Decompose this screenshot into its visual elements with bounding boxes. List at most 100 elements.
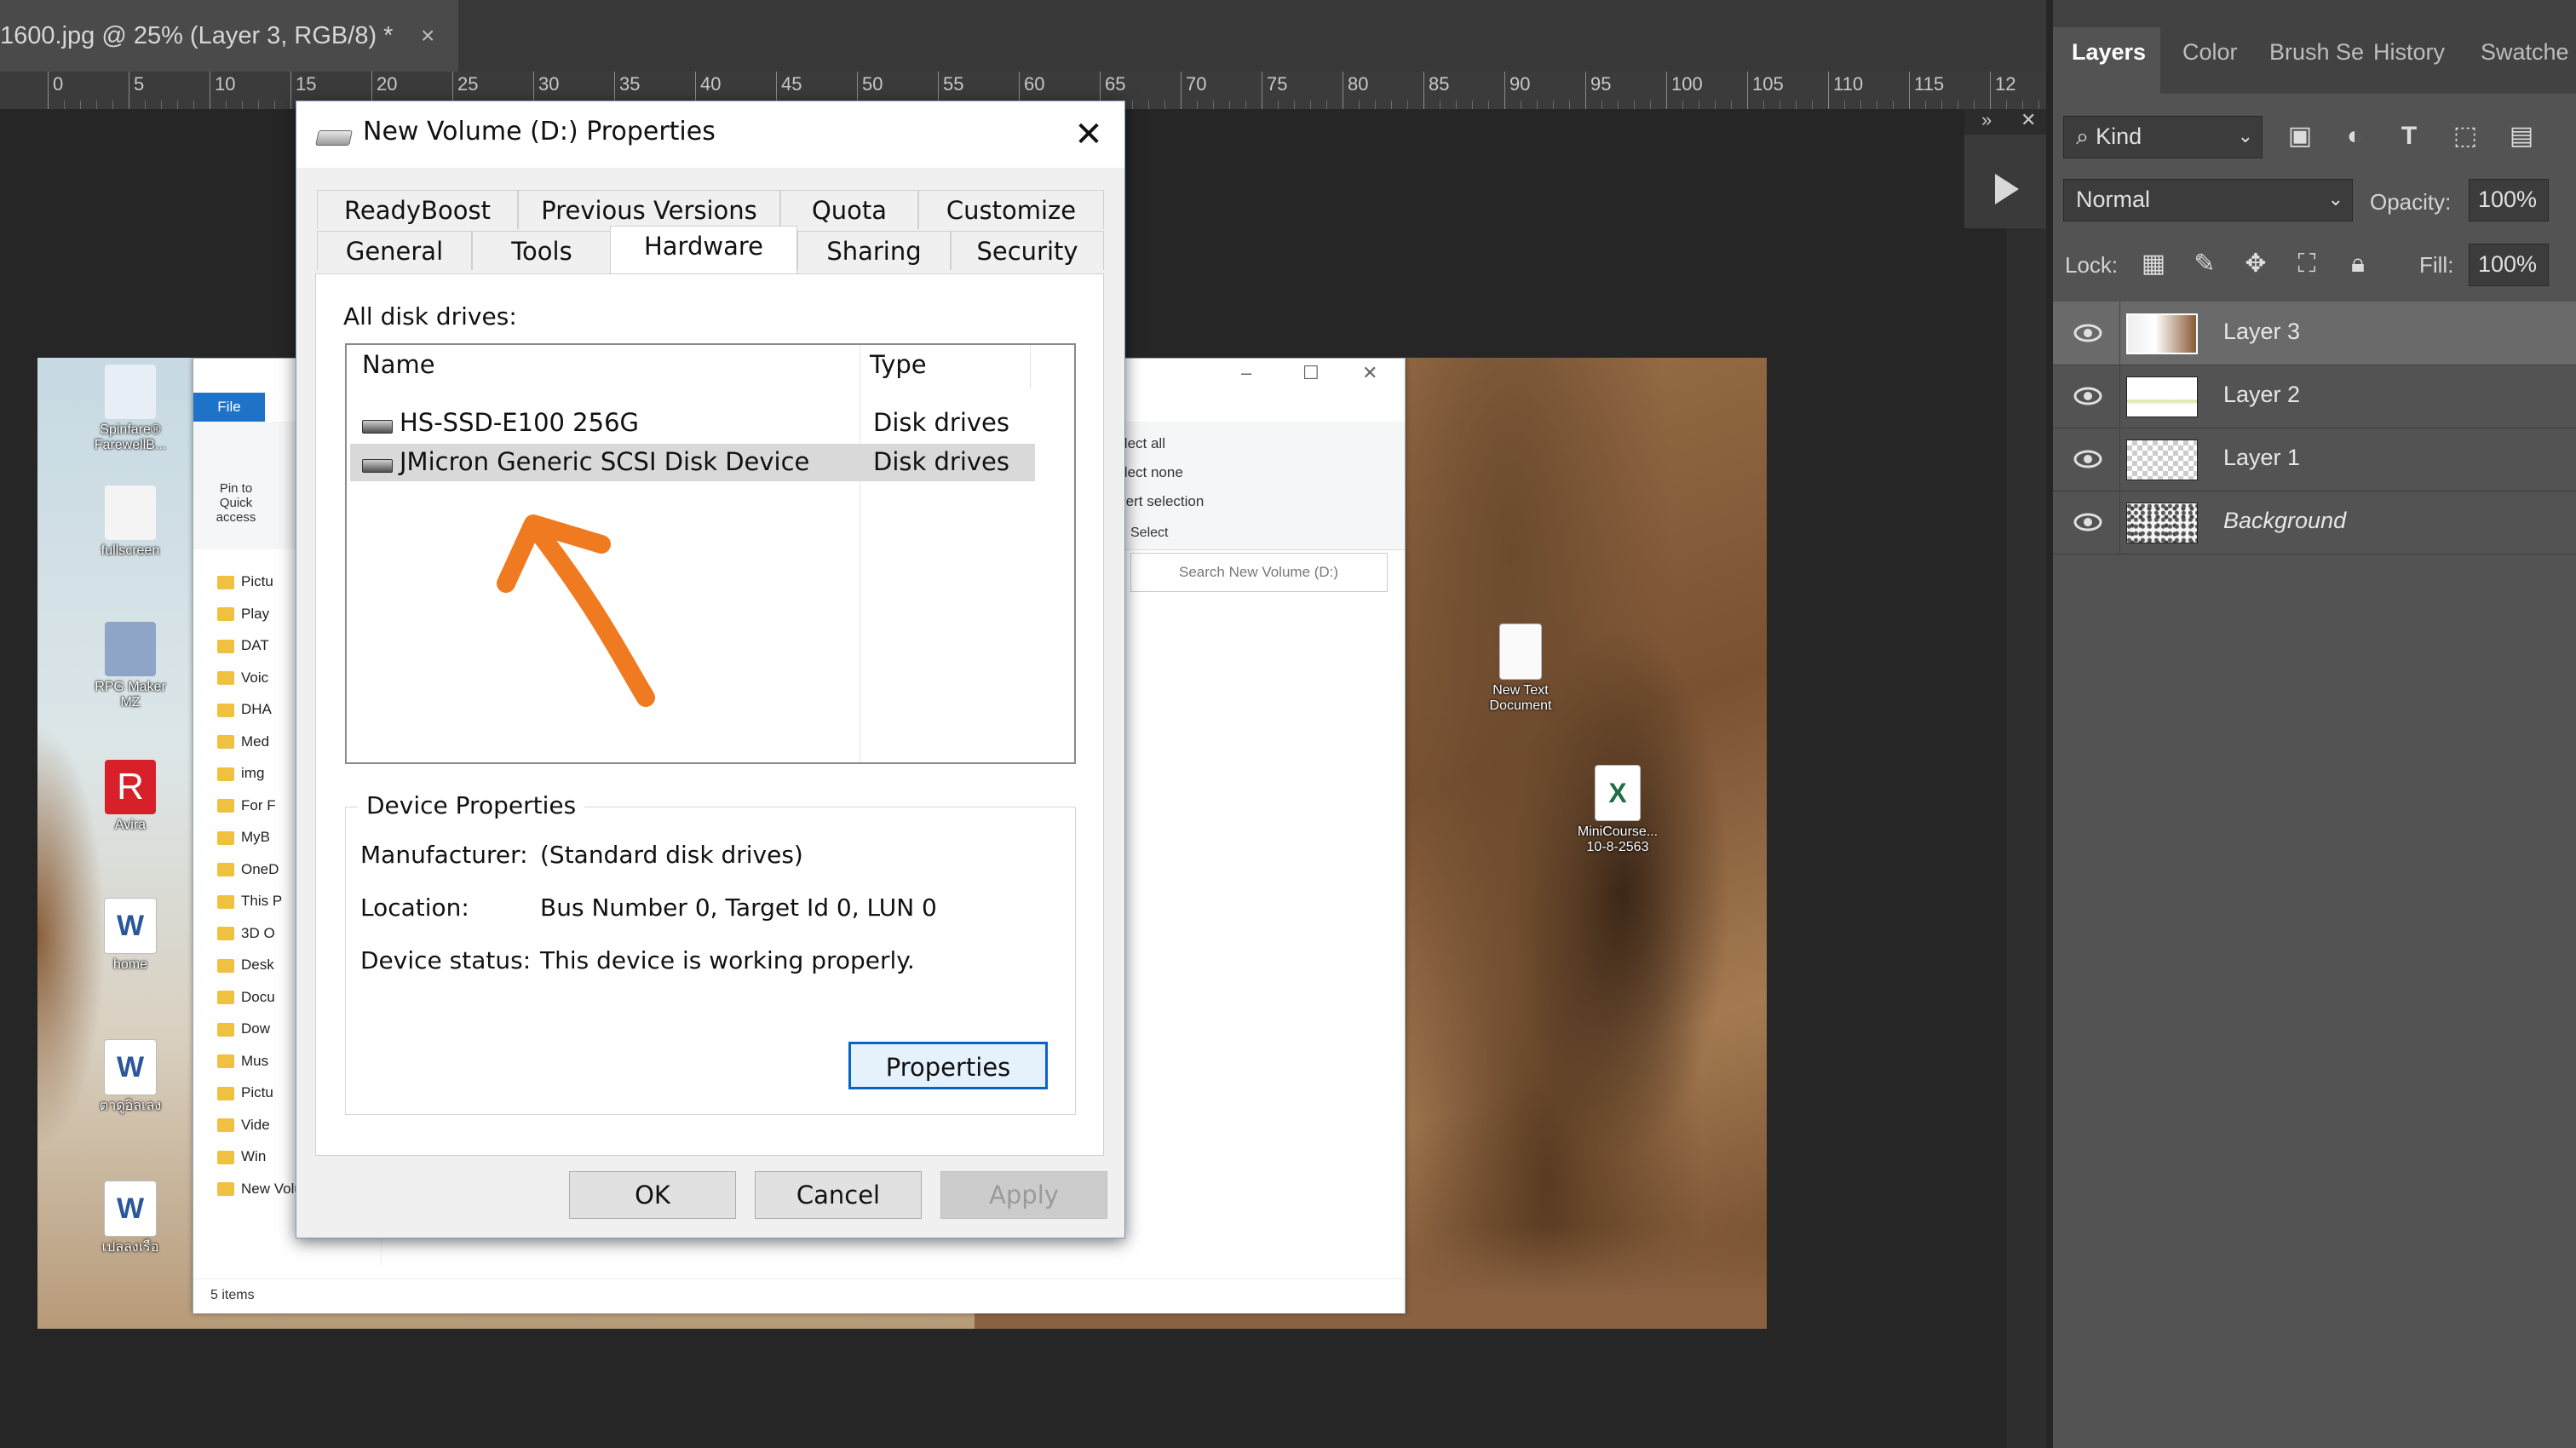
explorer-nav-item[interactable]: This P <box>217 893 282 910</box>
tab-swatches[interactable]: Swatche <box>2481 39 2569 66</box>
explorer-nav-item[interactable]: For F <box>217 797 276 814</box>
tab-general[interactable]: General <box>317 231 472 270</box>
ruler-minor-tick <box>1229 101 1230 109</box>
filter-kind-dropdown[interactable]: ⌕ Kind ⌄ <box>2063 116 2263 158</box>
cancel-button[interactable]: Cancel <box>755 1171 922 1219</box>
shape-layer-filter-icon[interactable]: ⬚ <box>2450 121 2481 152</box>
explorer-search-box[interactable]: Search New Volume (D:) <box>1130 553 1388 592</box>
explorer-nav-item[interactable]: DHA <box>217 701 272 718</box>
layer-row-layer2[interactable]: Layer 2 <box>2053 365 2576 428</box>
close-icon[interactable]: ✕ <box>1362 362 1377 384</box>
ruler-minor-tick <box>1812 101 1813 109</box>
explorer-nav-item[interactable]: Voic <box>217 669 268 687</box>
blend-mode-dropdown[interactable]: Normal ⌄ <box>2063 179 2353 221</box>
device-status-label: Device status: <box>360 946 532 974</box>
explorer-nav-item[interactable]: Win <box>217 1148 266 1165</box>
ruler-label: 0 <box>53 73 64 95</box>
explorer-nav-item[interactable]: Med <box>217 733 269 750</box>
layer-row-layer3[interactable]: Layer 3 <box>2053 302 2576 365</box>
device-properties-button[interactable]: Properties <box>848 1042 1048 1089</box>
explorer-nav-item[interactable]: Pictu <box>217 1084 273 1101</box>
folder-icon <box>217 575 234 589</box>
ruler-minor-tick <box>1731 101 1732 109</box>
folder-icon <box>217 799 234 813</box>
ruler-minor-tick <box>1488 101 1489 109</box>
tab-readyboost[interactable]: ReadyBoost <box>317 190 518 229</box>
blend-mode-value: Normal <box>2076 187 2151 212</box>
drive-name: JMicron Generic SCSI Disk Device <box>400 447 810 476</box>
explorer-nav-item[interactable]: img <box>217 765 264 782</box>
lock-artboard-icon[interactable]: ⛶ <box>2291 249 2322 279</box>
pin-quick-access-label[interactable]: Pin to Quick access <box>202 481 270 525</box>
eye-icon[interactable] <box>2073 446 2102 472</box>
smart-object-filter-icon[interactable]: ▤ <box>2506 121 2537 152</box>
column-header-type[interactable]: Type <box>870 350 927 379</box>
tab-color[interactable]: Color <box>2182 39 2238 66</box>
tab-customize[interactable]: Customize <box>918 190 1104 229</box>
ribbon-file-tab[interactable]: File <box>193 393 265 422</box>
adjustment-layer-filter-icon[interactable]: ◐ <box>2339 121 2370 152</box>
close-document-icon[interactable]: × <box>421 0 434 72</box>
ruler-minor-tick <box>1601 101 1602 109</box>
explorer-nav-item[interactable]: Docu <box>217 989 275 1006</box>
ruler-minor-tick <box>1359 101 1360 109</box>
eye-icon[interactable] <box>2073 320 2102 346</box>
tab-tools[interactable]: Tools <box>472 231 612 270</box>
explorer-nav-item[interactable]: MyB <box>217 829 270 846</box>
folder-icon <box>217 1086 234 1100</box>
layer-row-background[interactable]: Background <box>2053 491 2576 554</box>
drive-row-selected[interactable]: JMicron Generic SCSI Disk Device Disk dr… <box>350 444 1035 481</box>
explorer-nav-item[interactable]: Pictu <box>217 573 273 590</box>
minimize-icon[interactable]: – <box>1241 362 1251 384</box>
tab-quota[interactable]: Quota <box>780 190 918 229</box>
fill-value: 100% <box>2478 251 2538 277</box>
fill-field[interactable]: 100% <box>2469 244 2549 286</box>
ok-button[interactable]: OK <box>569 1171 736 1219</box>
explorer-nav-item[interactable]: OneD <box>217 861 279 878</box>
type-layer-filter-icon[interactable]: T <box>2394 121 2424 152</box>
explorer-nav-label: Vide <box>241 1116 270 1133</box>
opacity-field[interactable]: 100% <box>2469 179 2549 221</box>
disk-drive-list[interactable]: Name Type HS-SSD-E100 256G Disk drives J… <box>345 343 1076 764</box>
lock-all-icon[interactable]: 🔒︎ <box>2343 249 2373 279</box>
tab-sharing[interactable]: Sharing <box>797 231 951 270</box>
lock-position-icon[interactable]: ✥ <box>2240 249 2271 279</box>
document-tab[interactable]: 1600.jpg @ 25% (Layer 3, RGB/8) * × <box>0 0 458 72</box>
ruler-label: 35 <box>619 73 641 95</box>
explorer-nav-item[interactable]: Vide <box>217 1117 270 1134</box>
expand-panels-icon[interactable]: » <box>1981 109 1992 131</box>
explorer-nav-label: Dow <box>241 1020 271 1037</box>
ruler-label: 85 <box>1429 73 1450 95</box>
layer-row-layer1[interactable]: Layer 1 <box>2053 428 2576 491</box>
explorer-nav-item[interactable]: Desk <box>217 957 274 974</box>
ruler-minor-tick <box>80 101 81 109</box>
dialog-close-button[interactable]: ✕ <box>1063 112 1114 158</box>
tab-brush-settings[interactable]: Brush Se <box>2269 39 2364 66</box>
folder-icon <box>217 1118 234 1133</box>
play-actions-icon[interactable] <box>1978 162 2033 216</box>
eye-icon[interactable] <box>2073 509 2102 535</box>
eye-icon[interactable] <box>2073 383 2102 409</box>
dialog-titlebar: New Volume (D:) Properties ✕ <box>296 101 1124 168</box>
ruler-minor-tick <box>1893 101 1894 109</box>
apply-button[interactable]: Apply <box>940 1171 1107 1219</box>
tab-history[interactable]: History <box>2373 39 2445 66</box>
lock-image-pixels-icon[interactable]: ✎ <box>2189 249 2220 279</box>
tab-hardware[interactable]: Hardware <box>610 226 797 273</box>
explorer-nav-item[interactable]: DAT <box>217 637 269 654</box>
ruler-minor-tick <box>1650 101 1651 109</box>
maximize-icon[interactable]: ☐ <box>1302 362 1320 384</box>
tab-previous-versions[interactable]: Previous Versions <box>518 190 780 229</box>
explorer-nav-item[interactable]: Dow <box>217 1020 270 1037</box>
explorer-nav-item[interactable]: Play <box>217 606 269 623</box>
explorer-nav-item[interactable]: 3D O <box>217 925 275 942</box>
column-header-name[interactable]: Name <box>362 350 435 379</box>
pixel-layer-filter-icon[interactable]: ▣ <box>2285 121 2315 152</box>
ruler-label: 75 <box>1267 73 1288 95</box>
tab-layers[interactable]: Layers <box>2072 39 2146 66</box>
explorer-nav-item[interactable]: Mus <box>217 1053 268 1070</box>
lock-transparency-icon[interactable]: ▦ <box>2138 249 2169 279</box>
drive-row[interactable]: HS-SSD-E100 256G Disk drives <box>350 405 1035 442</box>
tab-security[interactable]: Security <box>951 231 1104 270</box>
close-panel-icon[interactable]: ✕ <box>2021 109 2036 131</box>
